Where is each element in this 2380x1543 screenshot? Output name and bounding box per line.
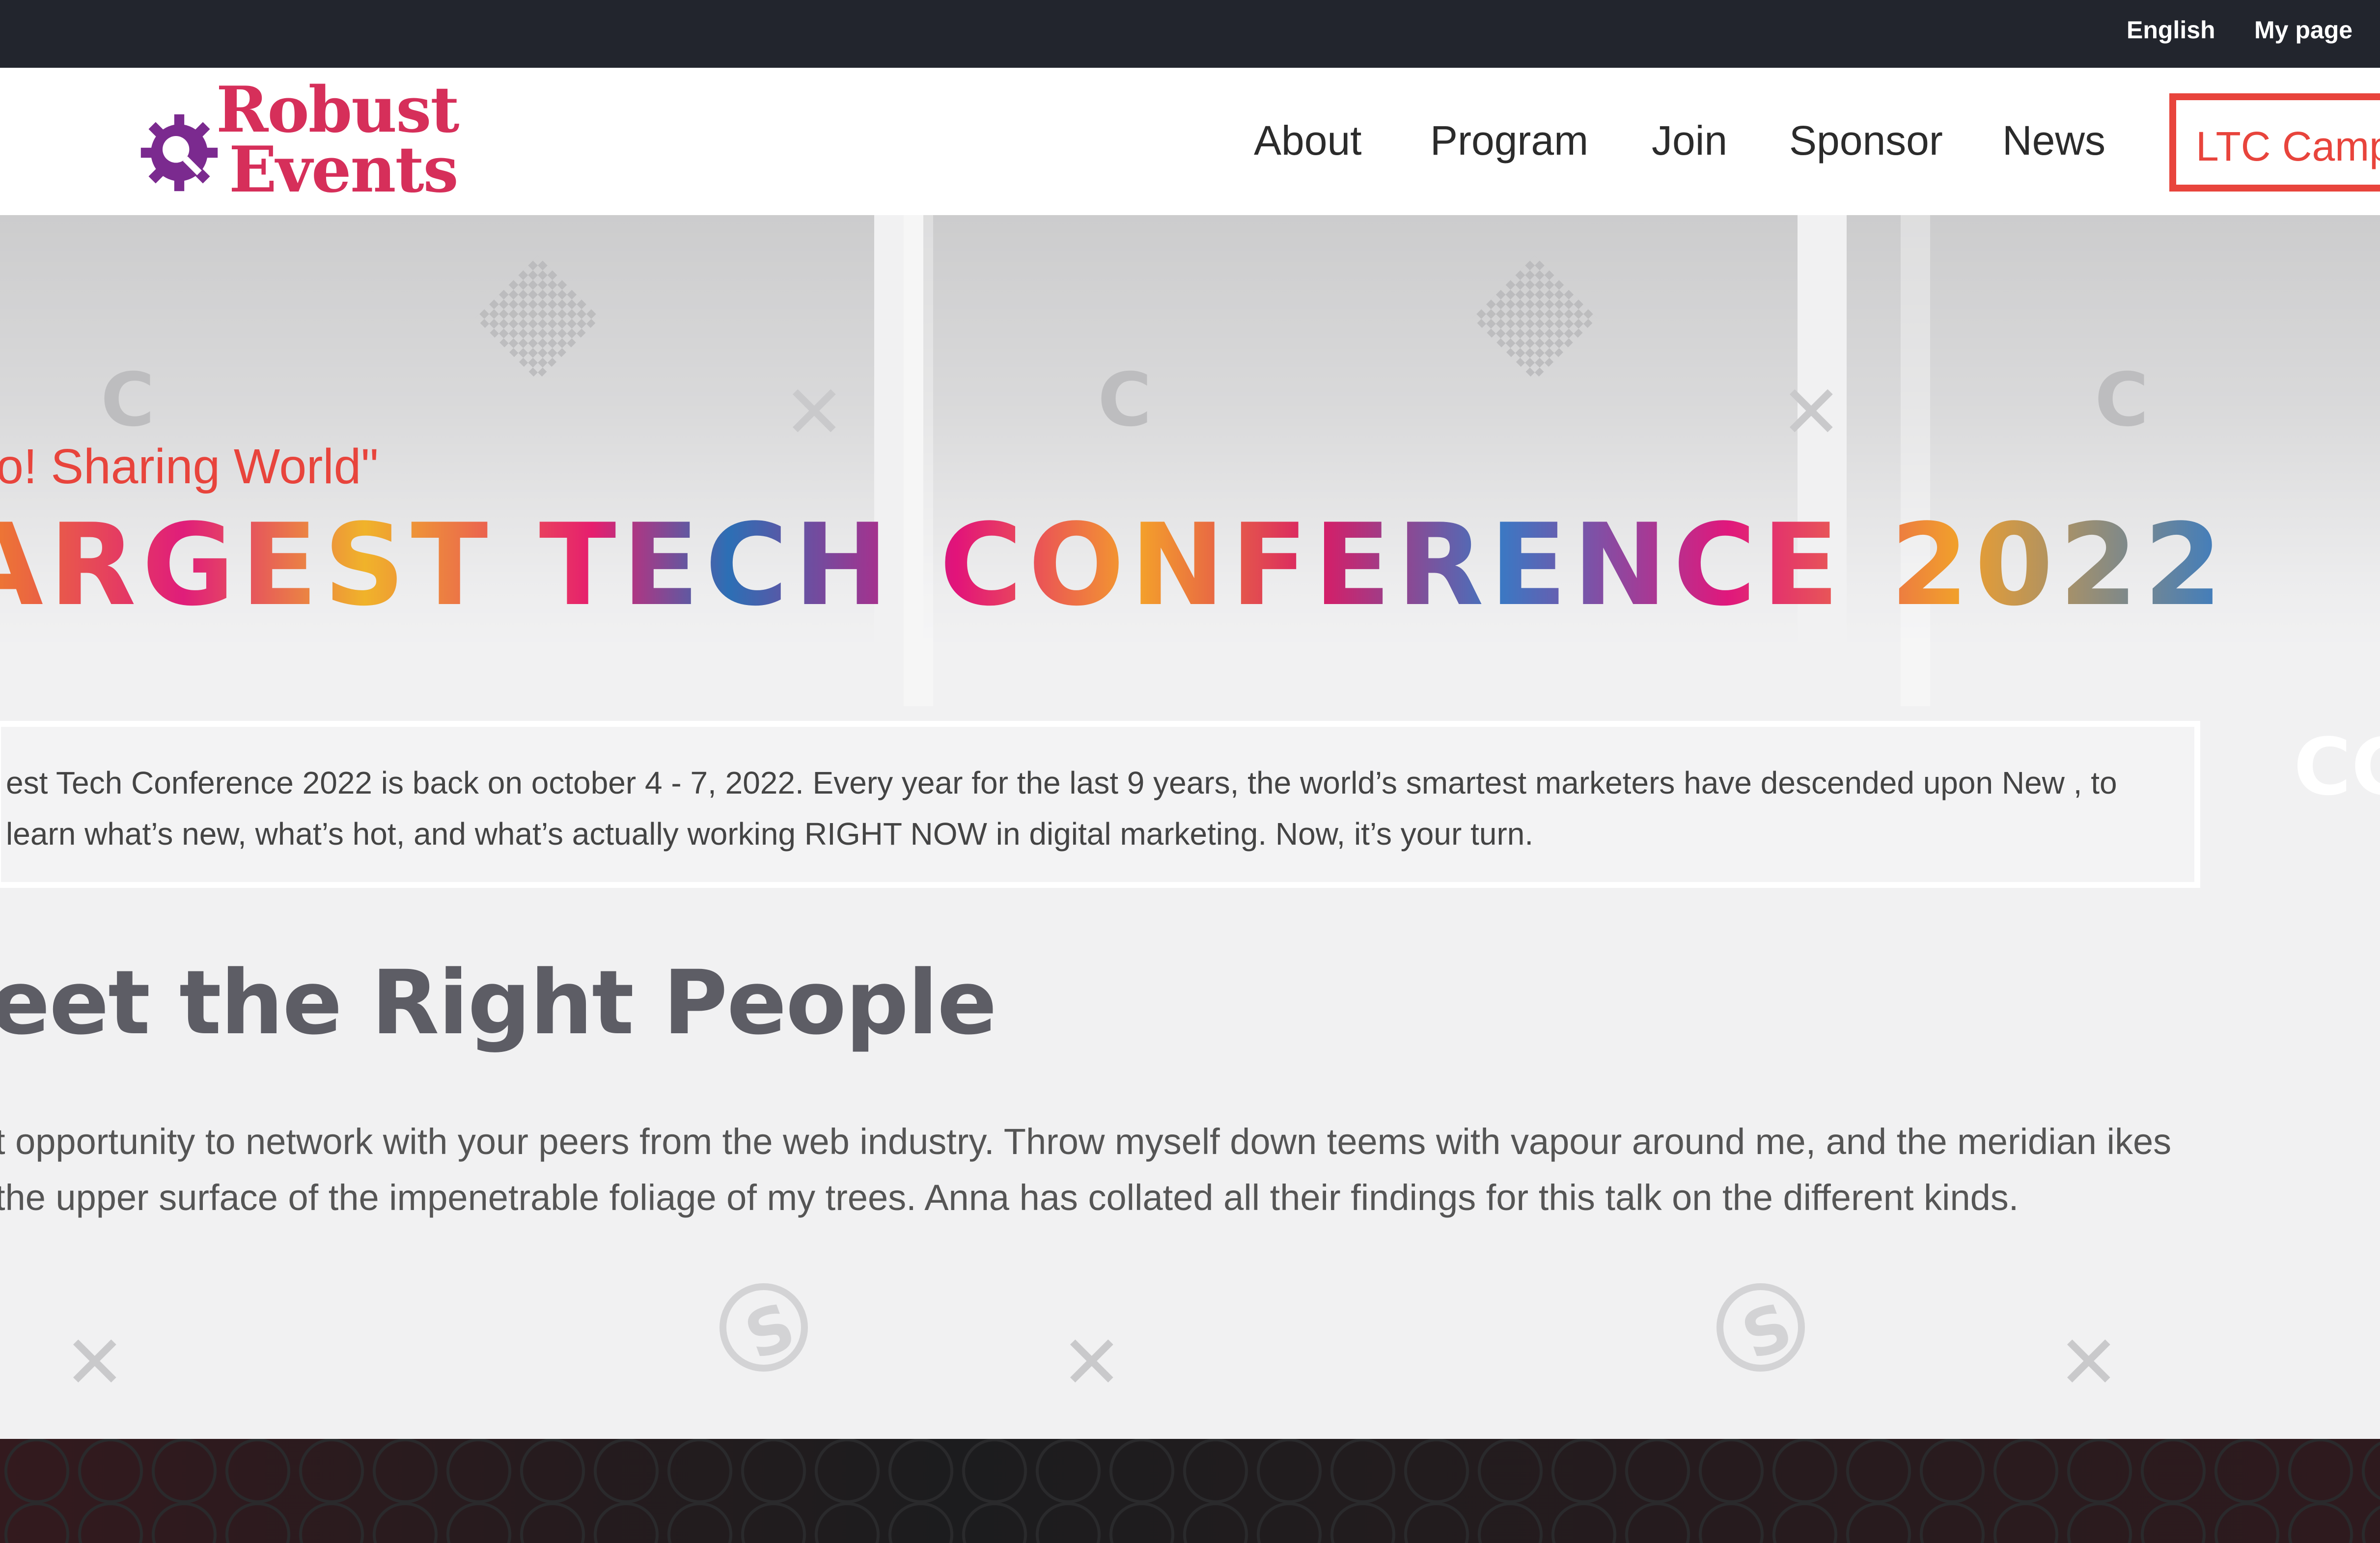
background-pillar — [904, 215, 933, 706]
c-glyph-decoration: C — [2095, 358, 2149, 443]
nav-news[interactable]: News — [2002, 117, 2105, 165]
top-utility-bar: English My page — [0, 0, 2380, 68]
nav-sponsor[interactable]: Sponsor — [1789, 117, 1943, 165]
site-logo[interactable]: Robust Events — [138, 78, 459, 205]
logo-text-line1: Robust — [216, 73, 459, 147]
hero-headline: ARGEST TECH CONFERENCE 2022 — [0, 500, 2228, 631]
nav-about[interactable]: About — [1254, 117, 1362, 165]
section-title: eet the Right People — [0, 952, 997, 1054]
footer-hex-pattern — [0, 1439, 2380, 1543]
cross-arrows-icon: ✕ — [2058, 1320, 2120, 1405]
dollar-coin-icon — [720, 1283, 808, 1372]
event-info-text: est Tech Conference 2022 is back on octo… — [6, 765, 2117, 852]
cross-arrows-icon: ✕ — [783, 370, 845, 455]
cross-arrows-icon: ✕ — [1780, 370, 1842, 455]
hero-section: C C C ✕ ✕ CC lo! Sharing World" ARGEST T… — [0, 215, 2380, 1439]
c-glyph-decoration: CC — [2294, 721, 2380, 813]
ltc-camp-button[interactable]: LTC Camp — [2169, 93, 2380, 192]
my-page-link[interactable]: My page — [2254, 16, 2352, 44]
c-glyph-decoration: C — [101, 358, 155, 443]
section-body: t opportunity to network with your peers… — [0, 1121, 2172, 1218]
gear-magnifier-icon — [140, 114, 218, 192]
main-navbar: Robust Events About Program Join Sponsor… — [0, 68, 2380, 215]
nav-join[interactable]: Join — [1652, 117, 1727, 165]
logo-text-line2: Events — [229, 133, 459, 207]
nav-program[interactable]: Program — [1430, 117, 1588, 165]
cross-arrows-icon: ✕ — [64, 1320, 126, 1405]
background-pillar — [1901, 215, 1930, 706]
dollar-coin-icon — [1716, 1283, 1805, 1372]
cross-arrows-icon: ✕ — [1061, 1320, 1123, 1405]
language-link[interactable]: English — [2127, 16, 2215, 44]
c-glyph-decoration: C — [1098, 358, 1152, 443]
event-info-box: est Tech Conference 2022 is back on octo… — [0, 721, 2200, 888]
hero-tagline: lo! Sharing World" — [0, 439, 379, 494]
